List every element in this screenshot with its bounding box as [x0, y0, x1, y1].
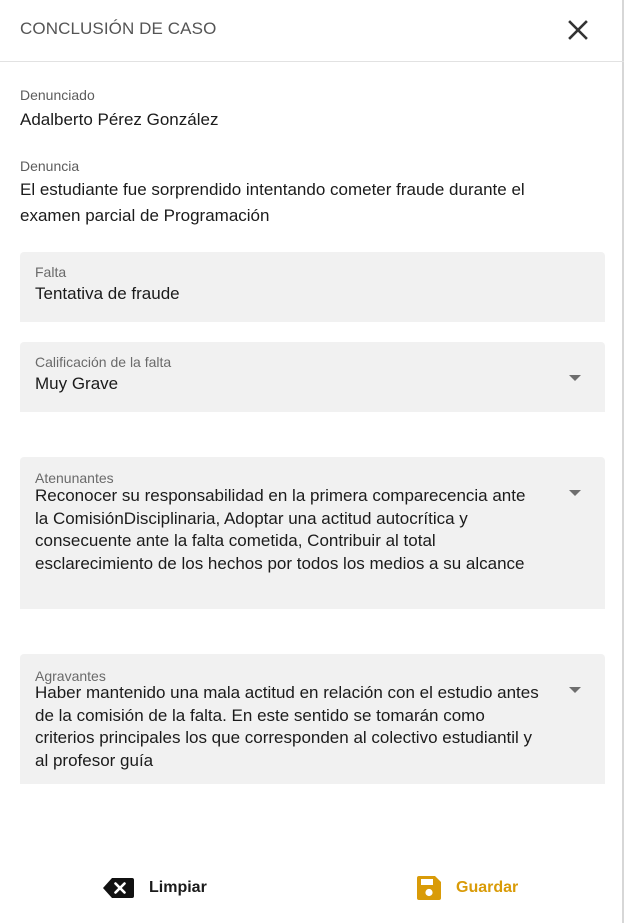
dialog-header: CONCLUSIÓN DE CASO [0, 0, 624, 62]
save-label: Guardar [456, 879, 519, 896]
agravantes-value: Haber mantenido una mala actitud en rela… [35, 683, 539, 770]
save-icon [417, 876, 441, 900]
calificacion-label: Calificación de la falta [35, 354, 172, 370]
falta-field[interactable]: Falta Tentativa de fraude [20, 252, 605, 322]
close-icon [568, 20, 588, 40]
atenunantes-label: Atenunantes [35, 470, 114, 486]
calificacion-select[interactable]: Calificación de la falta Muy Grave [20, 342, 605, 412]
clear-label: Limpiar [149, 879, 207, 896]
denunciado-label: Denunciado [20, 87, 95, 103]
denuncia-value: El estudiante fue sorprendido intentando… [20, 180, 525, 225]
atenunantes-select[interactable]: Atenunantes Reconocer su responsabilidad… [20, 457, 605, 609]
conclusion-dialog: CONCLUSIÓN DE CASO Denunciado Adalberto … [0, 0, 624, 923]
close-button[interactable] [562, 14, 594, 46]
backspace-icon [103, 878, 134, 898]
atenunantes-value: Reconocer su responsabilidad en la prime… [35, 486, 526, 573]
calificacion-value: Muy Grave [35, 374, 119, 393]
chevron-down-icon[interactable] [569, 490, 581, 496]
agravantes-select[interactable]: Agravantes Haber mantenido una mala acti… [20, 654, 605, 784]
denunciado-value: Adalberto Pérez González [20, 110, 219, 129]
denuncia-label: Denuncia [20, 158, 80, 174]
dialog-title: CONCLUSIÓN DE CASO [20, 19, 217, 38]
chevron-down-icon[interactable] [569, 375, 581, 381]
save-button[interactable]: Guardar [416, 870, 518, 906]
clear-button[interactable]: Limpiar [102, 870, 207, 906]
falta-label: Falta [35, 264, 67, 280]
chevron-down-icon[interactable] [569, 687, 581, 693]
falta-value: Tentativa de fraude [35, 284, 180, 303]
